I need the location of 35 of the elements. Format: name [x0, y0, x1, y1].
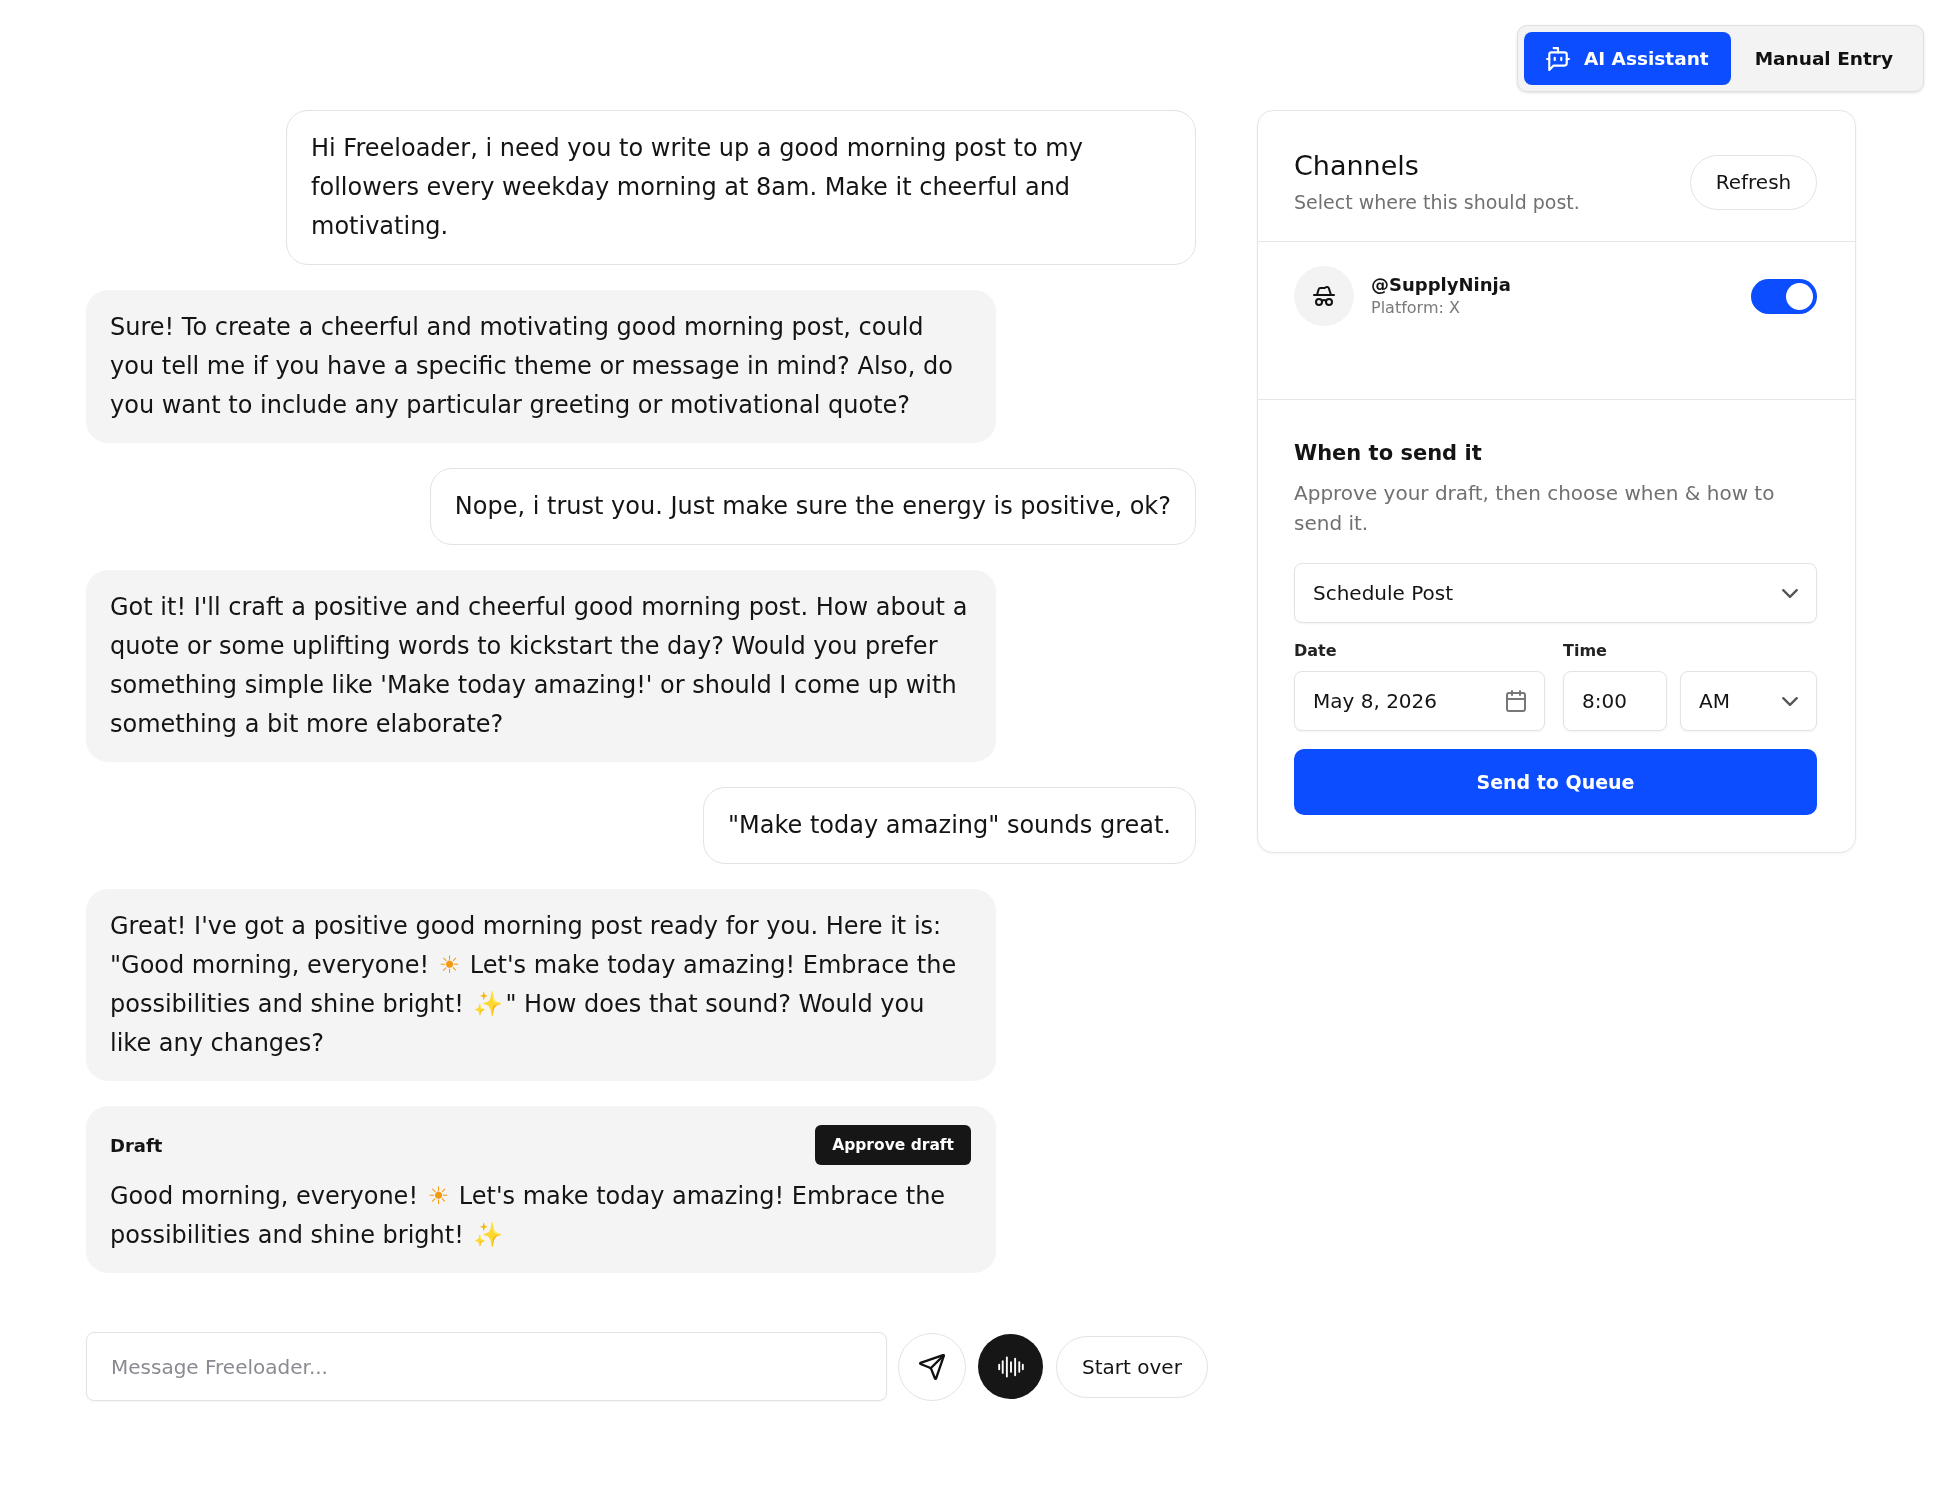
- assistant-message: Great! I've got a positive good morning post ready for you. Here it is: "Good morning, everyone! ☀ Let's make today amazing! Embrace the possibilities and shine bright! ✨" How does that sound? Would you like any changes?: [86, 889, 996, 1081]
- user-message: Hi Freeloader, i need you to write up a good morning post to my followers every weekday morning at 8am. Make it cheerful and motivating.: [286, 110, 1196, 265]
- channel-handle: @SupplyNinja: [1371, 273, 1512, 297]
- hat-and-glasses-icon: [1294, 266, 1354, 326]
- channel-platform: Platform: X: [1371, 297, 1461, 319]
- date-field[interactable]: May 8, 2026: [1294, 671, 1545, 731]
- robot-icon: [1545, 46, 1570, 71]
- send-icon: [919, 1353, 945, 1380]
- assistant-message: Sure! To create a cheerful and motivating good morning post, could you tell me if you have a specific theme or message in mind? Also, do you want to include any particular greeting or motivational quote?: [86, 290, 996, 443]
- schedule-title: When to send it: [1294, 440, 1483, 467]
- mode-tab[interactable]: Manual Entry: [1730, 32, 1917, 85]
- assistant-message: Got it! I'll craft a positive and cheerful good morning post. How about a quote or some uplifting words to kickstart the day? Would you prefer something simple like 'Make today amazing!' or should I come up with something a bit more elaborate?: [86, 570, 996, 762]
- date-label: Date: [1294, 641, 1338, 661]
- mode-tab[interactable]: AI Assistant: [1523, 32, 1731, 85]
- post-mode-select[interactable]: Schedule Post: [1294, 563, 1817, 623]
- user-message: "Make today amazing" sounds great.: [703, 787, 1196, 864]
- chevron-down-icon: [1782, 588, 1798, 598]
- approve-draft-button[interactable]: Approve draft: [815, 1125, 971, 1165]
- user-message: Nope, i trust you. Just make sure the energy is positive, ok?: [429, 468, 1196, 545]
- time-label: Time: [1563, 641, 1608, 661]
- chevron-down-icon: [1782, 696, 1798, 706]
- channels-subtitle: Select where this should post.: [1294, 190, 1580, 215]
- draft-text: Good morning, everyone! ☀ Let's make today amazing! Embrace the possibilities and shine bright! ✨: [110, 1181, 947, 1251]
- refresh-button[interactable]: Refresh: [1690, 154, 1817, 210]
- toggle-switch[interactable]: [1751, 278, 1817, 314]
- message-input[interactable]: Message Freeloader...: [86, 1332, 887, 1401]
- draft-label: Draft: [110, 1134, 163, 1156]
- calendar-icon: [1506, 690, 1526, 712]
- schedule-description: Approve your draft, then choose when & how to send it.: [1294, 480, 1776, 537]
- period-select[interactable]: AM: [1680, 671, 1817, 731]
- time-field[interactable]: 8:00: [1563, 671, 1667, 731]
- send-to-queue-button[interactable]: Send to Queue: [1294, 749, 1817, 815]
- waveform-icon: [997, 1354, 1024, 1379]
- channels-title: Channels: [1294, 149, 1420, 183]
- start-over-button[interactable]: Start over: [1056, 1335, 1208, 1398]
